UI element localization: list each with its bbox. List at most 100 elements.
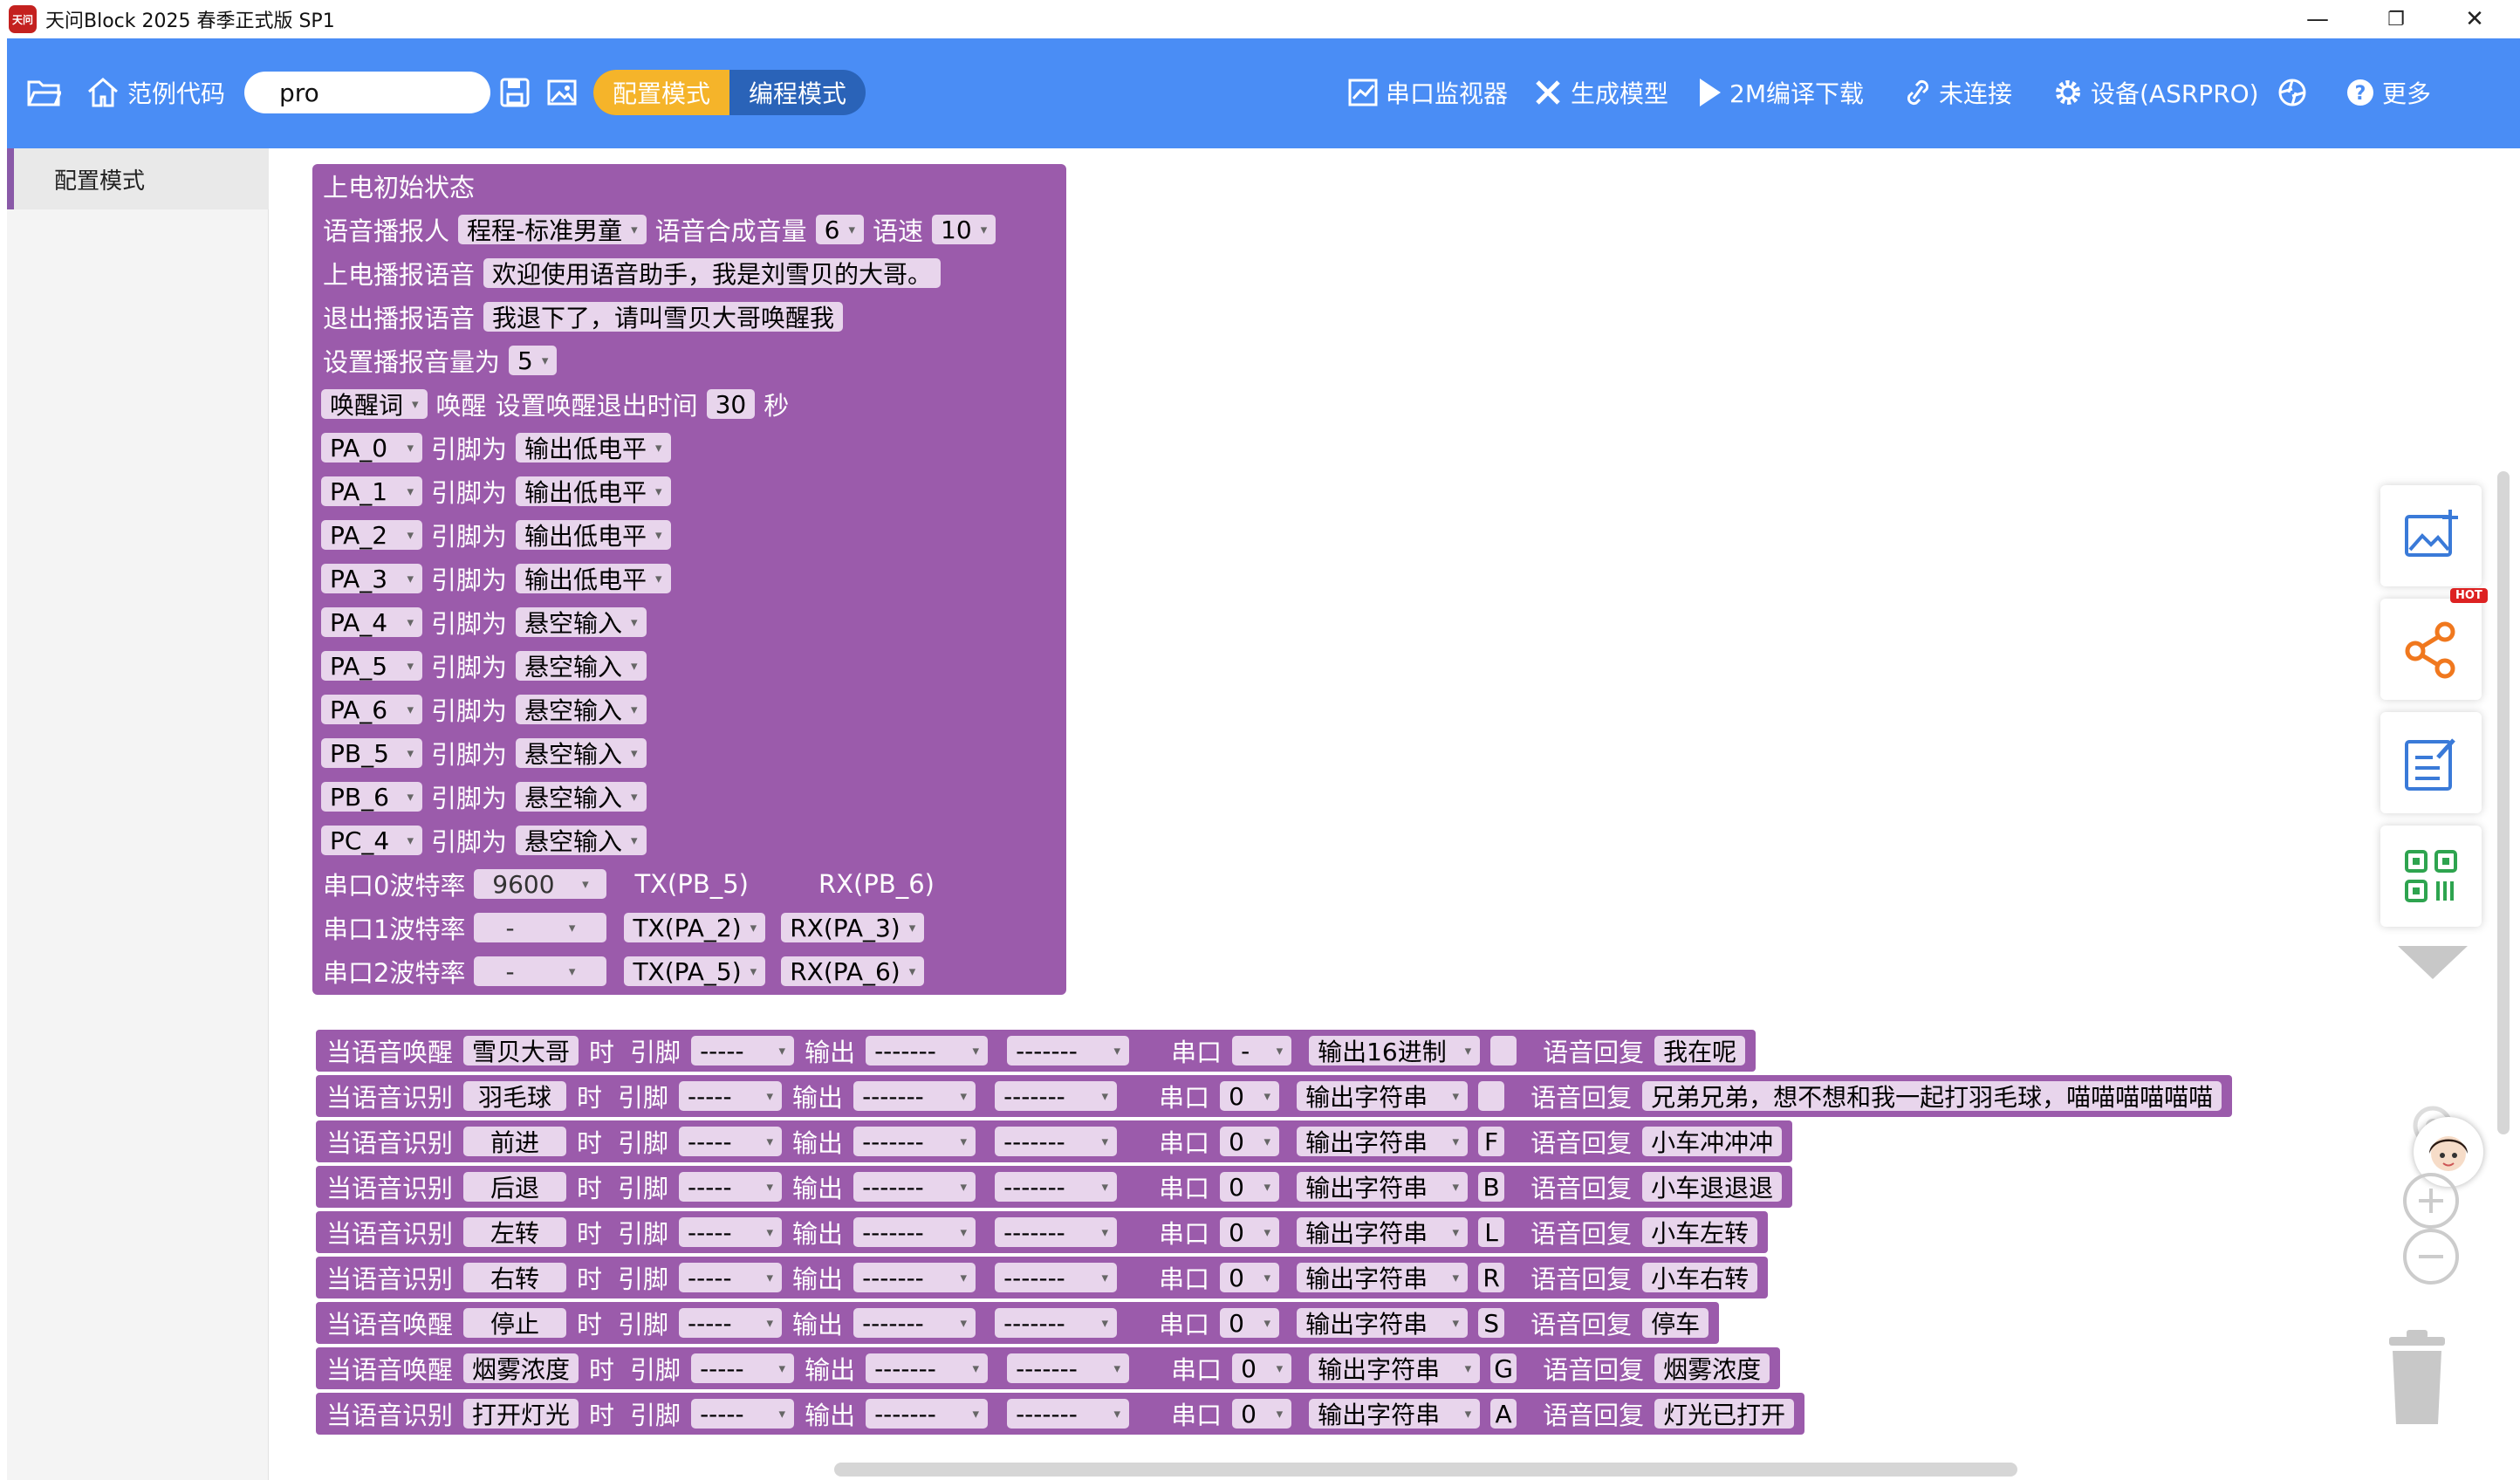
pin-select-dropdown[interactable]: ----- xyxy=(691,1399,795,1429)
volume-dropdown[interactable]: 6 xyxy=(815,215,865,244)
output-duration-dropdown[interactable]: ------- xyxy=(1007,1036,1130,1065)
serial-port-dropdown[interactable]: 0 xyxy=(1220,1217,1280,1247)
command-word-field[interactable]: 前进 xyxy=(463,1127,567,1157)
examples-button[interactable]: 范例代码 xyxy=(86,73,225,112)
sidebar-item-config[interactable]: 配置模式 xyxy=(7,148,269,209)
open-folder-icon[interactable] xyxy=(26,73,61,112)
output-level-dropdown[interactable]: ------- xyxy=(866,1036,989,1065)
device-button[interactable]: 设备(ASRPRO) xyxy=(2052,73,2259,112)
serial-port-dropdown[interactable]: - xyxy=(1232,1036,1292,1065)
vertical-scrollbar[interactable] xyxy=(2497,471,2510,1134)
output-level-dropdown[interactable]: ------- xyxy=(853,1217,976,1247)
serial-char-field[interactable]: S xyxy=(1478,1308,1505,1338)
uart-baud-dropdown[interactable]: - xyxy=(474,913,607,942)
set-volume-dropdown[interactable]: 5 xyxy=(509,346,558,375)
pin-select-dropdown[interactable]: ----- xyxy=(679,1217,783,1247)
connection-button[interactable]: 未连接 xyxy=(1904,73,2012,112)
reply-text-field[interactable]: 灯光已打开 xyxy=(1654,1399,1795,1429)
power-on-block[interactable]: 上电初始状态 语音播报人 程程-标准男童 语音合成音量 6 语速 10 上电播报… xyxy=(312,164,1066,995)
minimize-button[interactable]: — xyxy=(2283,0,2352,38)
serial-format-dropdown[interactable]: 输出字符串 xyxy=(1297,1172,1469,1202)
pin-dropdown[interactable]: PA_2 xyxy=(321,520,422,550)
output-duration-dropdown[interactable]: ------- xyxy=(995,1217,1118,1247)
pin-dropdown[interactable]: PA_0 xyxy=(321,433,422,462)
config-mode-button[interactable]: 配置模式 xyxy=(593,70,730,115)
pin-mode-dropdown[interactable]: 输出低电平 xyxy=(516,433,671,463)
serial-port-dropdown[interactable]: 0 xyxy=(1220,1263,1280,1292)
serial-format-dropdown[interactable]: 输出字符串 xyxy=(1309,1353,1481,1384)
voice-command-block[interactable]: 当语音唤醒烟雾浓度时引脚-----输出--------------串口0输出字符… xyxy=(316,1347,1780,1389)
pin-mode-dropdown[interactable]: 悬空输入 xyxy=(516,738,647,769)
add-image-button[interactable] xyxy=(2380,485,2482,586)
voice-command-block[interactable]: 当语音识别左转时引脚 ----- 输出 ------- ------- 串口 0 输出字符串 L… xyxy=(316,1211,1768,1253)
voice-command-block[interactable]: 当语音唤醒停止时引脚 ----- 输出 ------- ------- 串口 0 输出字符串 S… xyxy=(316,1302,1719,1344)
pin-mode-dropdown[interactable]: 悬空输入 xyxy=(516,695,647,725)
voice-command-block[interactable]: 当语音识别打开灯光时引脚 ----- 输出 ------- ------- 串口 0 输出字符… xyxy=(316,1393,1804,1435)
serial-char-field[interactable] xyxy=(1490,1036,1517,1065)
compile-download-button[interactable]: 2M编译下载 xyxy=(1696,73,1864,112)
voice-command-block[interactable]: 当语音识别前进时引脚 ----- 输出 ------- ------- 串口 0 输出字符串 F… xyxy=(316,1120,1792,1162)
serial-char-field[interactable]: G xyxy=(1490,1353,1517,1383)
program-mode-button[interactable]: 编程模式 xyxy=(729,70,866,115)
wake-timeout-field[interactable]: 30 xyxy=(706,389,756,419)
voice-command-block[interactable]: 当语音识别后退时引脚 ----- 输出 ------- ------- 串口 0 输出字符串 B… xyxy=(316,1166,1792,1208)
zoom-in-icon[interactable] xyxy=(2400,1169,2462,1232)
uart-tx-dropdown[interactable]: TX(PA_5) xyxy=(624,956,766,986)
pin-mode-dropdown[interactable]: 悬空输入 xyxy=(516,826,647,856)
uart-rx-dropdown[interactable]: RX(PA_6) xyxy=(781,956,925,986)
horizontal-scrollbar[interactable] xyxy=(834,1463,2017,1477)
serial-port-dropdown[interactable]: 0 xyxy=(1220,1172,1280,1202)
exit-speech-field[interactable]: 我退下了，请叫雪贝大哥唤醒我 xyxy=(483,302,844,332)
output-level-dropdown[interactable]: ------- xyxy=(853,1263,976,1292)
serial-format-dropdown[interactable]: 输出字符串 xyxy=(1297,1217,1469,1248)
screenshot-icon[interactable] xyxy=(546,73,578,112)
qrcode-button[interactable] xyxy=(2380,826,2482,927)
serial-char-field[interactable]: F xyxy=(1478,1127,1505,1156)
serial-char-field[interactable]: A xyxy=(1490,1399,1517,1429)
serial-port-dropdown[interactable]: 0 xyxy=(1232,1399,1292,1429)
serial-port-dropdown[interactable]: 0 xyxy=(1220,1081,1280,1111)
serial-char-field[interactable] xyxy=(1478,1081,1505,1111)
uart-baud-dropdown[interactable]: 9600 xyxy=(474,869,607,899)
serial-format-dropdown[interactable]: 输出字符串 xyxy=(1297,1127,1469,1157)
pin-mode-dropdown[interactable]: 悬空输入 xyxy=(516,607,647,638)
pin-select-dropdown[interactable]: ----- xyxy=(679,1127,783,1156)
pin-select-dropdown[interactable]: ----- xyxy=(691,1036,795,1065)
command-word-field[interactable]: 打开灯光 xyxy=(463,1399,579,1429)
close-button[interactable]: ✕ xyxy=(2440,0,2510,38)
generate-model-button[interactable]: 生成模型 xyxy=(1532,73,1668,112)
pin-select-dropdown[interactable]: ----- xyxy=(679,1263,783,1292)
voice-command-block[interactable]: 当语音识别右转时引脚 ----- 输出 ------- ------- 串口 0 输出字符串 R… xyxy=(316,1257,1768,1298)
reply-text-field[interactable]: 小车右转 xyxy=(1642,1263,1758,1293)
save-icon[interactable] xyxy=(499,73,531,112)
reply-text-field[interactable]: 兄弟兄弟，想不想和我一起打羽毛球，喵喵喵喵喵喵 xyxy=(1642,1081,2222,1112)
pin-select-dropdown[interactable]: ----- xyxy=(679,1308,783,1338)
wake-word-dropdown[interactable]: 唤醒词 xyxy=(321,389,428,420)
output-level-dropdown[interactable]: ------- xyxy=(866,1353,989,1383)
uart-tx-dropdown[interactable]: TX(PA_2) xyxy=(624,913,766,942)
serial-char-field[interactable]: B xyxy=(1478,1172,1505,1202)
pin-mode-dropdown[interactable]: 悬空输入 xyxy=(516,782,647,812)
serial-port-dropdown[interactable]: 0 xyxy=(1220,1127,1280,1156)
output-level-dropdown[interactable]: ------- xyxy=(853,1172,976,1202)
voice-command-block[interactable]: 当语音识别羽毛球时引脚 ----- 输出 ------- ------- 串口 0 输出字符串… xyxy=(316,1075,2232,1117)
serial-port-dropdown[interactable]: 0 xyxy=(1220,1308,1280,1338)
output-duration-dropdown[interactable]: ------- xyxy=(995,1263,1118,1292)
boot-speech-field[interactable]: 欢迎使用语音助手，我是刘雪贝的大哥。 xyxy=(483,258,942,289)
output-level-dropdown[interactable]: ------- xyxy=(853,1081,976,1111)
trash-icon[interactable] xyxy=(2384,1330,2450,1428)
pin-dropdown[interactable]: PA_1 xyxy=(321,476,422,506)
share-button[interactable] xyxy=(2380,599,2482,700)
command-word-field[interactable]: 雪贝大哥 xyxy=(463,1036,579,1066)
serial-format-dropdown[interactable]: 输出16进制 xyxy=(1309,1036,1481,1066)
serial-format-dropdown[interactable]: 输出字符串 xyxy=(1297,1308,1469,1339)
output-duration-dropdown[interactable]: ------- xyxy=(995,1127,1118,1156)
pin-dropdown[interactable]: PB_6 xyxy=(321,782,422,812)
command-word-field[interactable]: 右转 xyxy=(463,1263,567,1293)
output-duration-dropdown[interactable]: ------- xyxy=(1007,1399,1130,1429)
notes-button[interactable] xyxy=(2380,712,2482,813)
pin-mode-dropdown[interactable]: 悬空输入 xyxy=(516,651,647,682)
serial-port-dropdown[interactable]: 0 xyxy=(1232,1353,1292,1383)
uart-rx-dropdown[interactable]: RX(PA_3) xyxy=(781,913,925,942)
serial-monitor-button[interactable]: 串口监视器 xyxy=(1347,73,1508,112)
